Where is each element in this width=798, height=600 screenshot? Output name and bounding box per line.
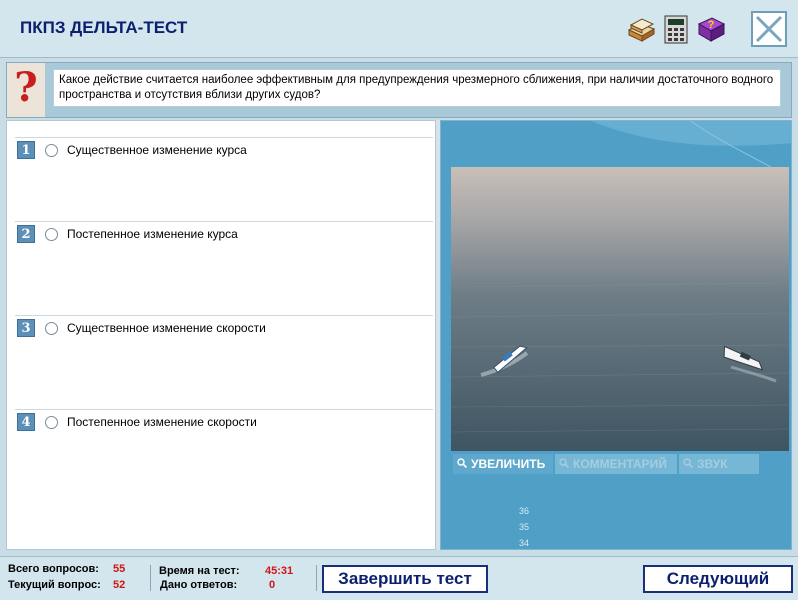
calculator-icon[interactable] — [661, 14, 691, 44]
comments-button[interactable]: КОММЕНТАРИЙ — [555, 454, 677, 474]
scale-mark: 35 — [519, 522, 530, 532]
total-questions-label: Всего вопросов: — [8, 563, 99, 575]
answers-given-value: 0 — [269, 579, 276, 591]
test-time-label: Время на тест: — [159, 565, 240, 577]
close-button[interactable] — [751, 11, 787, 47]
svg-text:?: ? — [708, 19, 715, 31]
answer-radio[interactable] — [45, 228, 58, 241]
answer-label: Постепенное изменение скорости — [67, 415, 257, 429]
answer-option-4[interactable]: 4 Постепенное изменение скорости — [15, 413, 433, 435]
question-bar: ? Какое действие считается наиболее эффе… — [6, 62, 792, 118]
magnifier-icon — [559, 458, 569, 468]
svg-text:?: ? — [14, 64, 37, 111]
divider — [316, 565, 317, 591]
question-text: Какое действие считается наиболее эффект… — [53, 69, 781, 107]
answer-number: 3 — [17, 319, 35, 337]
answer-option-2[interactable]: 2 Постепенное изменение курса — [15, 225, 433, 247]
next-button[interactable]: Следующий — [643, 565, 793, 593]
divider — [150, 565, 151, 591]
sound-label: ЗВУК — [697, 457, 728, 471]
app-title: ПКПЗ ДЕЛЬТА-ТЕСТ — [20, 18, 188, 37]
current-question-label: Текущий вопрос: — [8, 579, 101, 591]
answer-divider — [15, 409, 433, 410]
answer-divider — [15, 221, 433, 222]
answer-option-1[interactable]: 1 Существенное изменение курса — [15, 141, 433, 163]
answer-label: Существенное изменение курса — [67, 143, 247, 157]
magnifier-icon — [683, 458, 693, 468]
header: ПКПЗ ДЕЛЬТА-ТЕСТ ? — [0, 0, 798, 58]
sound-button[interactable]: ЗВУК — [679, 454, 759, 474]
answers-given-label: Дано ответов: — [160, 579, 238, 591]
magnifier-icon — [457, 458, 467, 468]
answer-label: Постепенное изменение курса — [67, 227, 238, 241]
books-icon[interactable] — [626, 14, 656, 44]
zoom-label: УВЕЛИЧИТЬ — [471, 457, 546, 471]
test-time-value: 45:31 — [265, 565, 294, 577]
total-questions-value: 55 — [113, 563, 126, 575]
answer-number: 2 — [17, 225, 35, 243]
close-icon — [755, 15, 783, 43]
answer-number: 1 — [17, 141, 35, 159]
answer-label: Существенное изменение скорости — [67, 321, 266, 335]
answer-number: 4 — [17, 413, 35, 431]
answer-option-3[interactable]: 3 Существенное изменение скорости — [15, 319, 433, 341]
answer-radio[interactable] — [45, 322, 58, 335]
question-mark-icon: ? — [7, 63, 45, 117]
scale-mark: 36 — [519, 506, 530, 516]
zoom-button[interactable]: УВЕЛИЧИТЬ — [453, 454, 553, 474]
current-question-value: 52 — [113, 579, 126, 591]
help-book-icon[interactable]: ? — [696, 14, 726, 44]
decorative-background — [591, 121, 791, 167]
scale-mark: 34 — [519, 538, 530, 548]
answer-radio[interactable] — [45, 144, 58, 157]
media-panel: УВЕЛИЧИТЬ КОММЕНТАРИЙ ЗВУК 36 35 34 — [440, 120, 792, 550]
answer-divider — [15, 315, 433, 316]
finish-test-button[interactable]: Завершить тест — [322, 565, 488, 593]
sea-vessels-image — [450, 167, 790, 451]
comments-label: КОММЕНТАРИЙ — [573, 457, 667, 471]
answer-radio[interactable] — [45, 416, 58, 429]
answers-panel: 1 Существенное изменение курса 2 Постепе… — [6, 120, 436, 550]
footer: Всего вопросов: 55 Текущий вопрос: 52 Вр… — [0, 556, 798, 600]
answer-divider — [15, 137, 433, 138]
